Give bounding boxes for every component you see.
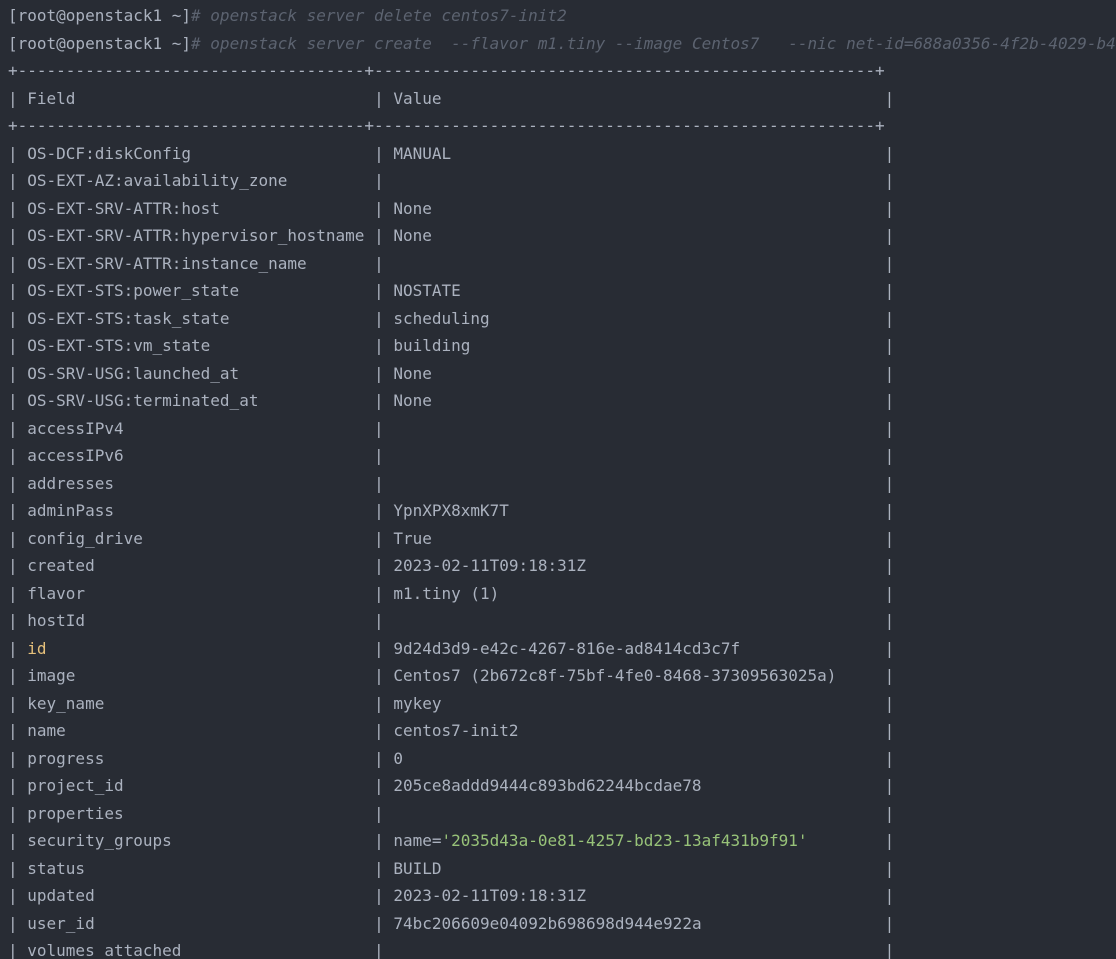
table-row: | OS-SRV-USG:launched_at | None | <box>8 363 895 383</box>
row-field: addresses <box>27 473 114 493</box>
command-text: # openstack server create --flavor m1.ti… <box>191 33 1116 53</box>
table-row: | OS-EXT-STS:power_state | NOSTATE | <box>8 281 895 300</box>
row-field: OS-EXT-SRV-ATTR:instance_name <box>27 253 307 273</box>
table-row: | project_id | 205ce8addd9444c893bd62244… <box>8 776 895 795</box>
command-line-1: [root@openstack1 ~]# openstack server de… <box>8 2 1116 30</box>
row-value: Centos7 (2b672c8f-75bf-4fe0-8468-3730956… <box>393 666 837 685</box>
row-field: security_groups <box>27 831 172 850</box>
table-row: | accessIPv4 | | <box>8 418 895 438</box>
row-field: created <box>27 556 95 575</box>
table-body: | OS-DCF:diskConfig | MANUAL | | OS-EXT-A… <box>8 140 1116 959</box>
table-row: | created | 2023-02-11T09:18:31Z | <box>8 556 895 575</box>
row-field: image <box>27 666 76 685</box>
row-field: OS-SRV-USG:terminated_at <box>27 391 259 410</box>
row-field: accessIPv4 <box>27 418 124 438</box>
row-field: id <box>27 638 47 658</box>
row-field: key_name <box>27 693 105 713</box>
row-value: YpnXPX8xmK7T <box>393 501 509 520</box>
row-value: 9d24d3d9-e42c-4267-816e-ad8414cd3c7f <box>393 638 741 658</box>
header-value: Value <box>393 88 442 108</box>
table-row: | OS-EXT-AZ:availability_zone | | <box>8 171 895 190</box>
table-row: | OS-EXT-STS:task_state | scheduling | <box>8 308 895 328</box>
row-field: hostId <box>27 611 86 630</box>
row-field: OS-EXT-SRV-ATTR:host <box>27 198 220 218</box>
row-field: OS-EXT-STS:power_state <box>27 281 240 300</box>
row-field: OS-DCF:diskConfig <box>27 143 192 163</box>
row-value: 2023-02-11T09:18:31Z <box>393 556 586 575</box>
shell-prompt: [root@openstack1 ~] <box>8 33 192 53</box>
row-field: progress <box>27 748 105 768</box>
row-value: centos7-init2 <box>393 721 519 740</box>
row-value: mykey <box>393 693 442 713</box>
table-row: | addresses | | <box>8 473 895 493</box>
row-value: 74bc206609e04092b698698d944e922a <box>393 913 702 933</box>
table-row: | properties | | <box>8 803 895 823</box>
row-value: scheduling <box>393 308 490 328</box>
row-value: None <box>393 363 432 383</box>
row-value: m1.tiny (1) <box>393 583 500 603</box>
shell-prompt: [root@openstack1 ~] <box>8 6 192 25</box>
row-field: flavor <box>27 583 86 603</box>
terminal-output[interactable]: [root@openstack1 ~]# openstack server de… <box>8 2 1116 959</box>
table-row: | OS-DCF:diskConfig | MANUAL | <box>8 143 895 163</box>
header-field: Field <box>27 88 76 108</box>
table-border-header: +------------------------------------+--… <box>8 116 885 135</box>
table-row: | name | centos7-init2 | <box>8 721 895 740</box>
row-value: BUILD <box>393 858 442 878</box>
row-value: None <box>393 198 432 218</box>
table-row: | accessIPv6 | | <box>8 446 895 465</box>
table-row: | OS-EXT-SRV-ATTR:hypervisor_hostname | … <box>8 226 895 245</box>
row-field: config_drive <box>27 528 143 548</box>
table-row: | key_name | mykey | <box>8 693 895 713</box>
row-value: True <box>393 528 432 548</box>
table-border-top: +------------------------------------+--… <box>8 61 885 80</box>
table-row: | flavor | m1.tiny (1) | <box>8 583 895 603</box>
row-field: properties <box>27 803 124 823</box>
table-row: | hostId | | <box>8 611 895 630</box>
table-row: | image | Centos7 (2b672c8f-75bf-4fe0-84… <box>8 666 895 685</box>
row-field: project_id <box>27 776 124 795</box>
table-row: | config_drive | True | <box>8 528 895 548</box>
row-field: OS-SRV-USG:launched_at <box>27 363 240 383</box>
row-field: OS-EXT-STS:vm_state <box>27 336 211 355</box>
row-value: building <box>393 336 471 355</box>
table-row: | OS-EXT-SRV-ATTR:instance_name | | <box>8 253 895 273</box>
row-value: MANUAL <box>393 143 452 163</box>
command-text: # openstack server delete centos7-init2 <box>191 6 567 25</box>
table-row: | id | 9d24d3d9-e42c-4267-816e-ad8414cd3… <box>8 638 895 658</box>
row-field: OS-EXT-STS:task_state <box>27 308 230 328</box>
row-field: status <box>27 858 86 878</box>
row-field: adminPass <box>27 501 114 520</box>
table-row: | updated | 2023-02-11T09:18:31Z | <box>8 886 895 905</box>
table-row: | progress | 0 | <box>8 748 895 768</box>
row-field: volumes_attached <box>27 941 182 959</box>
row-value: None <box>393 391 432 410</box>
row-field: accessIPv6 <box>27 446 124 465</box>
table-row: | OS-EXT-STS:vm_state | building | <box>8 336 895 355</box>
row-field: OS-EXT-SRV-ATTR:hypervisor_hostname <box>27 226 365 245</box>
row-field: updated <box>27 886 95 905</box>
row-value: 205ce8addd9444c893bd62244bcdae78 <box>393 776 702 795</box>
table-row: | adminPass | YpnXPX8xmK7T | <box>8 501 895 520</box>
table-row: | security_groups | name='2035d43a-0e81-… <box>8 831 895 850</box>
row-value: 2023-02-11T09:18:31Z <box>393 886 586 905</box>
row-value: name='2035d43a-0e81-4257-bd23-13af431b9f… <box>393 831 808 850</box>
row-field: name <box>27 721 66 740</box>
command-line-2: [root@openstack1 ~]# openstack server cr… <box>8 30 1116 58</box>
row-field: user_id <box>27 913 95 933</box>
table-row: | OS-EXT-SRV-ATTR:host | None | <box>8 198 895 218</box>
table-row: | OS-SRV-USG:terminated_at | None | <box>8 391 895 410</box>
row-value: 0 <box>393 748 403 768</box>
table-header-row: | Field | Value | <box>8 88 895 108</box>
table-row: | volumes_attached | | <box>8 941 895 959</box>
row-value: None <box>393 226 432 245</box>
table-row: | status | BUILD | <box>8 858 895 878</box>
row-field: OS-EXT-AZ:availability_zone <box>27 171 288 190</box>
table-row: | user_id | 74bc206609e04092b698698d944e… <box>8 913 895 933</box>
row-value: NOSTATE <box>393 281 461 300</box>
